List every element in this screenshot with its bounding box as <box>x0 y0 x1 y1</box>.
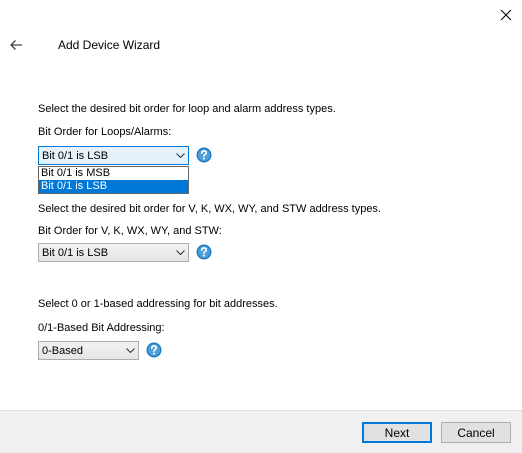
dropdown-option-msb[interactable]: Bit 0/1 is MSB <box>39 167 188 180</box>
vk-bit-order-value: Bit 0/1 is LSB <box>42 246 109 259</box>
chevron-down-icon <box>172 244 188 261</box>
addressing-select[interactable]: 0-Based <box>38 341 139 360</box>
dropdown-option-lsb[interactable]: Bit 0/1 is LSB <box>39 180 188 193</box>
loops-description: Select the desired bit order for loop an… <box>38 103 336 115</box>
addressing-label: 0/1-Based Bit Addressing: <box>38 322 165 334</box>
next-button[interactable]: Next <box>362 422 432 443</box>
chevron-down-icon <box>122 342 138 359</box>
loops-bit-order-dropdown: Bit 0/1 is MSB Bit 0/1 is LSB <box>38 166 189 194</box>
help-icon[interactable] <box>146 342 162 358</box>
loops-label: Bit Order for Loops/Alarms: <box>38 126 172 138</box>
vk-bit-order-select[interactable]: Bit 0/1 is LSB <box>38 243 189 262</box>
close-icon <box>500 9 512 21</box>
vk-label: Bit Order for V, K, WX, WY, and STW: <box>38 225 222 237</box>
wizard-footer: Next Cancel <box>0 410 522 453</box>
close-button[interactable] <box>490 0 522 30</box>
back-button[interactable] <box>4 34 28 56</box>
addressing-value: 0-Based <box>42 344 83 357</box>
help-icon[interactable] <box>196 147 212 163</box>
loops-bit-order-select[interactable]: Bit 0/1 is LSB <box>38 146 189 165</box>
window-title: Add Device Wizard <box>58 38 161 52</box>
vk-description: Select the desired bit order for V, K, W… <box>38 203 381 215</box>
help-icon[interactable] <box>196 244 212 260</box>
addressing-description: Select 0 or 1-based addressing for bit a… <box>38 298 278 310</box>
cancel-button[interactable]: Cancel <box>441 422 511 443</box>
back-arrow-icon <box>10 40 22 50</box>
chevron-down-icon <box>172 147 188 164</box>
loops-bit-order-value: Bit 0/1 is LSB <box>42 149 109 162</box>
